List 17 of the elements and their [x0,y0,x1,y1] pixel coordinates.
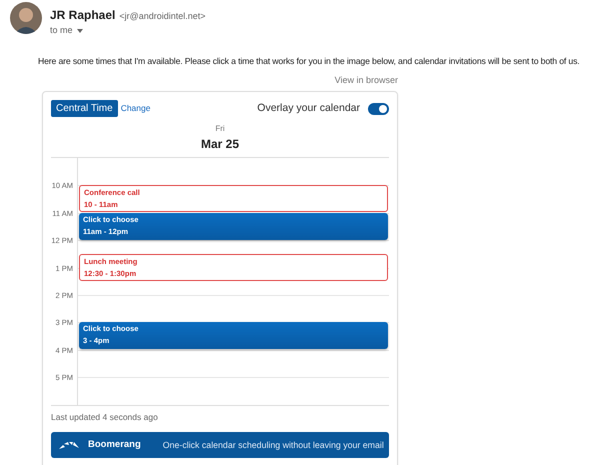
overlay-label: Overlay your calendar [257,100,360,116]
timezone-button[interactable]: Central Time [51,100,118,118]
recipient-text: to me [50,24,73,37]
caret-icon[interactable] [76,28,83,33]
last-updated-text: Last updated 4 seconds ago [51,410,159,424]
view-in-browser-link[interactable]: View in browser [334,74,398,85]
sender-name: JR Raphael [50,7,116,24]
message-text: Here are some times that I'm available. Please click a time that works for you in the image below, and calendar invitations will be sent to both of us. [38,54,581,68]
change-link[interactable]: Change [120,102,150,115]
overlay-toggle[interactable] [368,102,389,115]
avatar [10,2,42,34]
banner-tagline: One-click calendar scheduling without leaving your email [162,438,384,452]
brand-name: Boomerang [88,438,141,452]
sender-email: <jr@androidintel.net> [119,10,206,23]
weekday-label: Fri [214,123,226,136]
boomerang-logo-icon [58,440,80,450]
date-label: Mar 25 [200,136,240,154]
